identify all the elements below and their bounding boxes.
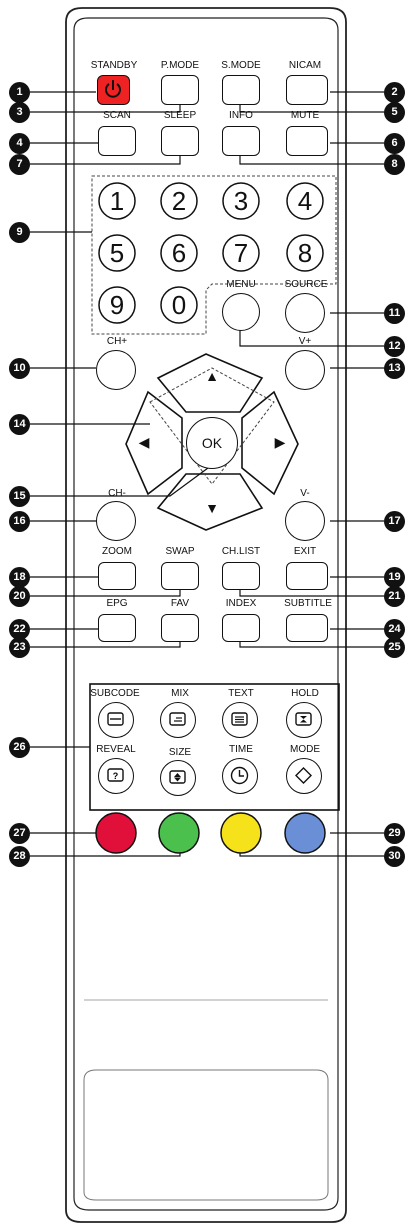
green-button xyxy=(158,812,200,854)
callout-26: 26 xyxy=(9,737,30,758)
callout-5: 5 xyxy=(384,102,405,123)
callout-28: 28 xyxy=(9,846,30,867)
callout-14: 14 xyxy=(9,414,30,435)
callout-8: 8 xyxy=(384,154,405,175)
callout-1: 1 xyxy=(9,82,30,103)
yellow-button xyxy=(220,812,262,854)
callout-4: 4 xyxy=(9,133,30,154)
callout-6: 6 xyxy=(384,133,405,154)
callout-25: 25 xyxy=(384,637,405,658)
callout-16: 16 xyxy=(9,511,30,532)
color-keys xyxy=(95,812,326,854)
red-button xyxy=(95,812,137,854)
callout-10: 10 xyxy=(9,358,30,379)
callout-18: 18 xyxy=(9,567,30,588)
callout-3: 3 xyxy=(9,102,30,123)
callout-7: 7 xyxy=(9,154,30,175)
callout-13: 13 xyxy=(384,358,405,379)
callout-2: 2 xyxy=(384,82,405,103)
callout-12: 12 xyxy=(384,336,405,357)
callout-19: 19 xyxy=(384,567,405,588)
callout-30: 30 xyxy=(384,846,405,867)
callout-15: 15 xyxy=(9,486,30,507)
callout-9: 9 xyxy=(9,222,30,243)
callout-23: 23 xyxy=(9,637,30,658)
callout-17: 17 xyxy=(384,511,405,532)
callout-20: 20 xyxy=(9,586,30,607)
callout-21: 21 xyxy=(384,586,405,607)
blue-button xyxy=(284,812,326,854)
callout-27: 27 xyxy=(9,823,30,844)
callout-29: 29 xyxy=(384,823,405,844)
callout-11: 11 xyxy=(384,303,405,324)
